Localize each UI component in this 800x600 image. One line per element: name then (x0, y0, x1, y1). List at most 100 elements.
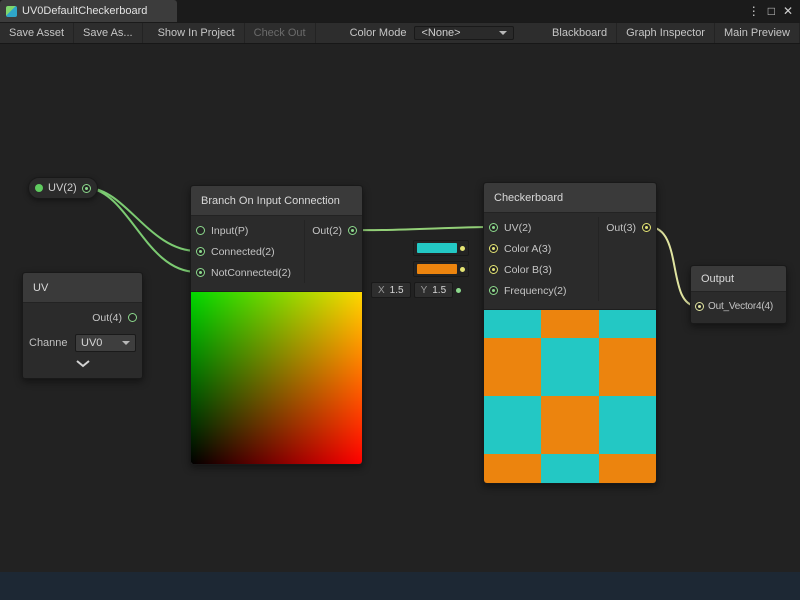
node-uv[interactable]: UV Out(4) Channe UV0 (22, 272, 143, 379)
toolbar: Save Asset Save As... Show In Project Ch… (0, 22, 800, 44)
close-icon[interactable]: ✕ (783, 4, 793, 18)
checkerboard-preview (484, 309, 656, 483)
chevron-down-icon (499, 31, 507, 35)
branch-notconnected-port[interactable] (196, 268, 205, 277)
color-mode-value: <None> (421, 27, 460, 39)
pill-label: UV(2) (48, 182, 77, 194)
node-output[interactable]: Output Out_Vector4(4) (690, 265, 787, 324)
color-b-connector-dot-icon (460, 267, 465, 272)
shader-graph-window: UV0DefaultCheckerboard ⋮ □ ✕ Save Asset … (0, 0, 800, 600)
frequency-x-label: X (378, 285, 385, 296)
color-a-swatch[interactable] (417, 243, 457, 253)
port-row: Color A(3) (484, 238, 598, 259)
output-node-title[interactable]: Output (691, 266, 786, 292)
checkerboard-frequency-label: Frequency(2) (504, 285, 566, 297)
checker-cell (599, 454, 656, 483)
branch-node-body: Input(P) Connected(2) NotConnected(2) Ou… (191, 216, 362, 291)
uv-node-body: Out(4) Channe UV0 (23, 303, 142, 378)
checker-cell (484, 338, 541, 396)
branch-notconnected-label: NotConnected(2) (211, 267, 291, 279)
branch-connected-label: Connected(2) (211, 246, 275, 258)
branch-node-title[interactable]: Branch On Input Connection (191, 186, 362, 216)
checker-cell (541, 310, 598, 338)
checkerboard-color-a-label: Color A(3) (504, 243, 551, 255)
frequency-x-value[interactable]: 1.5 (390, 285, 404, 296)
checker-cell (484, 396, 541, 454)
save-as-button[interactable]: Save As... (74, 23, 143, 43)
uv-node-title[interactable]: UV (23, 273, 142, 303)
checkerboard-uv-port[interactable] (489, 223, 498, 232)
graph-tab[interactable]: UV0DefaultCheckerboard (0, 0, 177, 22)
branch-out-port[interactable] (348, 226, 357, 235)
tab-title: UV0DefaultCheckerboard (22, 5, 147, 17)
output-out-vector4-port[interactable] (695, 302, 704, 311)
more-menu-icon[interactable]: ⋮ (748, 4, 760, 18)
uv-out-label: Out(4) (92, 312, 122, 324)
save-asset-button[interactable]: Save Asset (0, 23, 74, 43)
port-row: Color B(3) (484, 259, 598, 280)
color-b-swatch[interactable] (417, 264, 457, 274)
frequency-x-field[interactable]: X 1.5 (371, 282, 411, 298)
channel-dropdown[interactable]: UV0 (75, 334, 136, 352)
checker-cell (484, 454, 541, 483)
uv-collapse-row (23, 352, 142, 374)
pill-out-port[interactable] (82, 184, 91, 193)
main-preview-button[interactable]: Main Preview (715, 23, 800, 43)
port-row: Out_Vector4(4) (691, 296, 777, 317)
port-row: Out(2) (305, 220, 362, 241)
checker-cell (484, 310, 541, 338)
maximize-icon[interactable]: □ (768, 4, 775, 18)
port-row: Input(P) (191, 220, 304, 241)
edge-branch-out-to-checkerboard-uv[interactable] (355, 227, 490, 230)
graph-inspector-button[interactable]: Graph Inspector (617, 23, 715, 43)
checkerboard-node-body: UV(2) Color A(3) Color B(3) Frequency(2) (484, 213, 656, 309)
blackboard-button[interactable]: Blackboard (543, 23, 617, 43)
collapse-chevron-icon[interactable] (75, 359, 91, 368)
edge-uv-pill-to-branch-notconnected[interactable] (89, 188, 197, 272)
chevron-down-icon (122, 341, 130, 345)
show-in-project-button[interactable]: Show In Project (149, 23, 245, 43)
checkerboard-uv-label: UV(2) (504, 222, 531, 234)
checkerboard-color-a-port[interactable] (489, 244, 498, 253)
checkerboard-node-title[interactable]: Checkerboard (484, 183, 656, 213)
branch-input-p-label: Input(P) (211, 225, 248, 237)
edge-uv-pill-to-branch-connected[interactable] (89, 188, 197, 251)
channel-value: UV0 (81, 337, 102, 349)
graph-canvas[interactable]: UV(2) Branch On Input Connection Input(P… (0, 44, 800, 572)
branch-connected-port[interactable] (196, 247, 205, 256)
checker-cell (541, 454, 598, 483)
uv-out-port[interactable] (128, 313, 137, 322)
frequency-connector-dot-icon (456, 288, 461, 293)
channel-label: Channe (29, 337, 71, 349)
node-uv-redirect[interactable]: UV(2) (28, 177, 98, 199)
color-b-swatch-field[interactable] (413, 261, 469, 277)
frequency-vector2-field: X 1.5 Y 1.5 (371, 282, 461, 298)
color-a-swatch-field[interactable] (413, 240, 469, 256)
port-row: Connected(2) (191, 241, 304, 262)
color-a-connector-dot-icon (460, 246, 465, 251)
shader-graph-asset-icon (6, 6, 17, 17)
check-out-button: Check Out (245, 23, 316, 43)
checkerboard-frequency-port[interactable] (489, 286, 498, 295)
uv-channel-row: Channe UV0 (23, 334, 142, 352)
branch-out-label: Out(2) (312, 225, 342, 237)
port-row: Frequency(2) (484, 280, 598, 301)
checker-cell (541, 396, 598, 454)
port-row: NotConnected(2) (191, 262, 304, 283)
checker-cell (541, 338, 598, 396)
checkerboard-out-label: Out(3) (606, 222, 636, 234)
node-branch-on-input-connection[interactable]: Branch On Input Connection Input(P) Conn… (190, 185, 363, 465)
color-mode-label: Color Mode (342, 23, 415, 43)
frequency-y-value[interactable]: 1.5 (432, 285, 446, 296)
port-row: Out(4) (23, 307, 142, 328)
checkerboard-color-b-port[interactable] (489, 265, 498, 274)
branch-input-p-port[interactable] (196, 226, 205, 235)
color-mode-dropdown[interactable]: <None> (414, 26, 514, 40)
checkerboard-out-port[interactable] (642, 223, 651, 232)
node-checkerboard[interactable]: Checkerboard UV(2) Color A(3) Color B(3) (483, 182, 657, 484)
checkerboard-color-b-label: Color B(3) (504, 264, 552, 276)
frequency-y-field[interactable]: Y 1.5 (414, 282, 454, 298)
output-node-body: Out_Vector4(4) (691, 292, 786, 323)
output-out-vector4-label: Out_Vector4(4) (708, 301, 773, 312)
checker-cell (599, 396, 656, 454)
